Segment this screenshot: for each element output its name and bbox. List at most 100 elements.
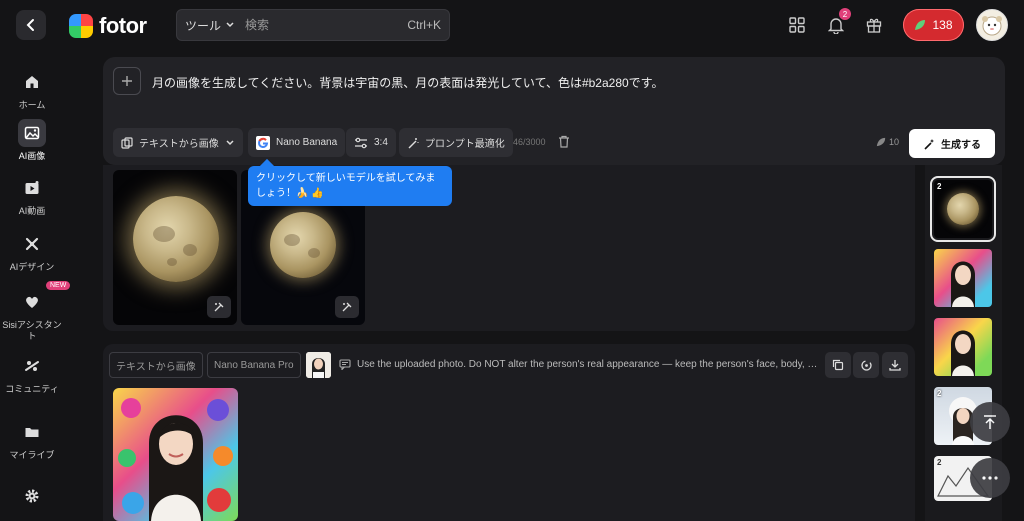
sidebar-item-my-library[interactable]: マイライブ: [0, 418, 64, 460]
folder-icon: [18, 418, 46, 446]
top-bar: fotor ツール Ctrl+K 2 138: [0, 0, 1024, 50]
prompt-icon: [339, 359, 351, 370]
settings-button[interactable]: [0, 482, 64, 510]
upload-button[interactable]: [113, 67, 141, 95]
moon-shape: [947, 193, 979, 225]
prompt-input[interactable]: 月の画像を生成してください。背景は宇宙の黒、月の表面は発光していて、色は#b2a…: [152, 74, 663, 91]
generated-image-1[interactable]: [113, 170, 237, 325]
sparkle-wand-icon: [924, 138, 934, 150]
generate-label: 生成する: [941, 140, 981, 151]
back-button[interactable]: [16, 10, 46, 40]
refresh-sparkle-icon: [860, 359, 872, 371]
notifications-button[interactable]: 2: [824, 8, 851, 37]
history-model-tag: Nano Banana Pro: [207, 352, 301, 378]
moon-shape: [133, 196, 219, 282]
sidebar-item-label: ホーム: [18, 100, 46, 110]
thumb-count: 2: [937, 182, 942, 191]
mode-dropdown[interactable]: テキストから画像: [113, 128, 243, 157]
cost-value: 10: [889, 137, 900, 147]
history-thumb[interactable]: 2: [930, 176, 996, 242]
model-label: Nano Banana: [276, 137, 338, 148]
more-dots-icon: [982, 476, 998, 480]
chevron-down-icon: [226, 139, 234, 145]
prompt-optimize-button[interactable]: プロンプト最適化: [399, 128, 513, 157]
gear-icon: [18, 482, 46, 510]
magic-wand-icon: [408, 137, 419, 148]
video-icon: [18, 174, 46, 202]
sidebar-item-label: AI画像: [18, 151, 46, 161]
regenerate-button[interactable]: [853, 352, 879, 378]
gift-button[interactable]: [862, 13, 886, 37]
download-icon: [889, 360, 901, 371]
edit-wand-icon: [342, 302, 352, 312]
ratio-selector[interactable]: 3:4: [346, 128, 396, 157]
sidebar-item-label: AI動画: [18, 206, 46, 216]
sidebar-item-home[interactable]: ホーム: [0, 68, 64, 111]
history-thumb[interactable]: [934, 318, 992, 376]
mode-label: テキストから画像: [139, 139, 219, 150]
moon-shape: [270, 212, 336, 278]
generated-portrait-image[interactable]: [113, 388, 238, 521]
tool-dropdown[interactable]: ツール: [185, 17, 245, 34]
new-badge: NEW: [46, 281, 71, 290]
grid-icon: [789, 17, 805, 33]
sidebar-item-label: AIデザイン: [9, 262, 55, 272]
search-input[interactable]: [245, 18, 408, 32]
arrow-up-icon: [984, 415, 996, 429]
history-prompt-text: Use the uploaded photo. Do NOT alter the…: [357, 359, 818, 370]
history-thumb[interactable]: [934, 249, 992, 307]
leaf-icon: [876, 137, 886, 147]
image-action-button[interactable]: [335, 296, 359, 318]
sliders-icon: [355, 137, 367, 148]
google-icon: [256, 135, 270, 150]
thumb-count: 2: [937, 389, 942, 398]
optimize-label: プロンプト最適化: [425, 139, 505, 150]
credits-count: 138: [932, 18, 953, 32]
sidebar-item-ai-design[interactable]: AIデザイン: [0, 230, 64, 273]
community-icon: [18, 352, 46, 380]
char-count: 46/3000: [513, 137, 546, 147]
sidebar-item-sisi-assistant[interactable]: NEW Sisiアシスタント: [0, 281, 71, 342]
sidebar-item-community[interactable]: コミュニティ: [0, 352, 64, 395]
layers-icon: [121, 136, 133, 149]
scroll-to-top-button[interactable]: [970, 402, 1010, 442]
search-shortcut: Ctrl+K: [407, 18, 441, 32]
generation-cost: 10: [876, 137, 899, 147]
copy-icon: [832, 359, 844, 371]
sidebar-item-ai-video[interactable]: AI動画: [0, 174, 64, 217]
image-icon: [18, 119, 46, 147]
plus-icon: [122, 76, 132, 86]
prompt-panel: 月の画像を生成してください。背景は宇宙の黒、月の表面は発光していて、色は#b2a…: [103, 57, 1005, 165]
heart-icon: NEW: [18, 281, 71, 316]
search-bar: ツール Ctrl+K: [176, 9, 450, 41]
generate-button[interactable]: 生成する: [909, 129, 995, 158]
more-options-button[interactable]: [970, 458, 1010, 498]
credits-button[interactable]: 138: [903, 9, 964, 41]
history-prompt: Use the uploaded photo. Do NOT alter the…: [339, 359, 817, 370]
fotor-logo-icon: [69, 14, 93, 38]
sidebar-item-ai-image[interactable]: AI画像: [0, 119, 64, 162]
image-action-button[interactable]: [207, 296, 231, 318]
avatar-illustration: [982, 16, 1002, 36]
thumb-count: 2: [937, 458, 942, 467]
user-avatar[interactable]: [976, 9, 1008, 41]
trash-icon: [559, 135, 569, 148]
sidebar: ホーム AI画像 AI動画 AIデザイン NEW Sisiアシスタント コミュニ…: [0, 56, 71, 521]
tool-dropdown-label: ツール: [185, 18, 222, 33]
sidebar-item-label: コミュニティ: [5, 384, 59, 394]
gift-icon: [866, 18, 882, 33]
model-selector[interactable]: Nano Banana: [248, 128, 346, 157]
home-icon: [18, 68, 46, 96]
download-button[interactable]: [882, 352, 908, 378]
ratio-label: 3:4: [374, 137, 388, 148]
fotor-logo[interactable]: fotor: [69, 13, 147, 39]
uploaded-photo-thumbnail[interactable]: [306, 352, 331, 378]
apps-grid-button[interactable]: [785, 13, 809, 37]
leaf-icon: [915, 20, 926, 30]
model-tooltip: クリックして新しいモデルを試してみましょう！🍌 👍: [248, 166, 452, 206]
clear-prompt-button[interactable]: [558, 135, 570, 153]
history-mode-tag: テキストから画像: [109, 352, 203, 378]
chevron-left-icon: [26, 19, 34, 31]
chevron-down-icon: [226, 22, 234, 28]
copy-prompt-button[interactable]: [825, 352, 851, 378]
